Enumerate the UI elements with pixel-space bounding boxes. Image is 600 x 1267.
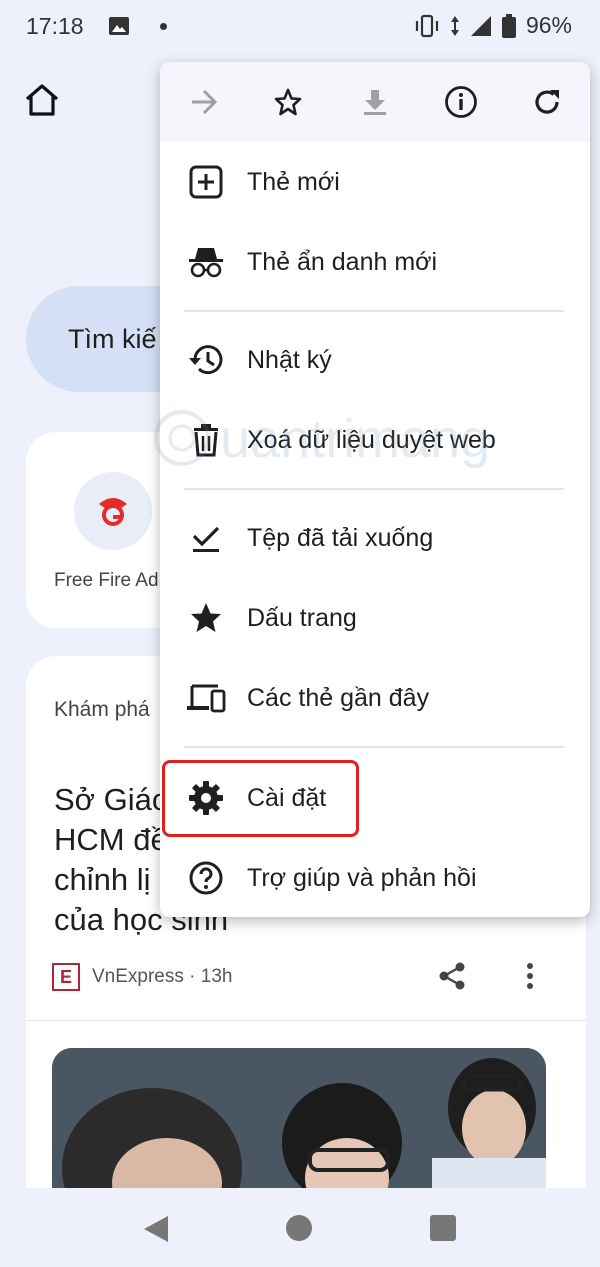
notification-dot-icon [159, 22, 167, 30]
menu-item-label: Các thẻ gần đây [247, 683, 430, 712]
reload-icon [535, 90, 559, 114]
students-photo [52, 1048, 546, 1196]
vnexpress-logo-icon: E [52, 963, 80, 991]
menu-item-label: Thẻ mới [247, 167, 340, 196]
status-bar: 17:18 96% [0, 0, 600, 52]
article-source: E VnExpress · 13h [52, 960, 552, 994]
download-icon [364, 90, 386, 115]
menu-item-new-tab[interactable]: Thẻ mới [160, 144, 590, 220]
arrow-right-icon [192, 89, 218, 115]
download-button[interactable] [355, 82, 395, 122]
source-text: VnExpress · 13h [92, 966, 233, 987]
star-outline-icon [274, 88, 302, 116]
menu-divider [184, 310, 564, 312]
incognito-icon [186, 242, 226, 282]
menu-item-help-feedback[interactable]: Trợ giúp và phản hồi [160, 840, 590, 916]
menu-item-label: Dấu trang [247, 603, 357, 632]
page-info-button[interactable] [441, 82, 481, 122]
new-tab-icon [186, 162, 226, 202]
watermark-text: uantrimang [220, 409, 491, 469]
watermark-logo [154, 410, 210, 466]
settings-highlight [162, 760, 359, 837]
vibrate-icon [415, 14, 439, 37]
system-nav-bar [0, 1188, 600, 1267]
recents-icon[interactable] [430, 1215, 456, 1241]
menu-item-incognito[interactable]: Thẻ ẩn danh mới [160, 224, 590, 300]
shortcut-tile[interactable] [74, 472, 152, 550]
shortcut-label: Free Fire Ad [54, 570, 159, 591]
watermark: uantrimang [150, 400, 510, 480]
menu-item-label: Thẻ ẩn danh mới [247, 247, 438, 276]
menu-divider [184, 746, 564, 748]
downloads-check-icon [186, 518, 226, 558]
bookmark-button[interactable] [268, 82, 308, 122]
help-icon [186, 858, 226, 898]
menu-item-label: Trợ giúp và phản hồi [247, 863, 477, 892]
discover-title: Khám phá [54, 698, 150, 721]
star-filled-icon [186, 598, 226, 638]
history-icon [186, 340, 226, 380]
data-arrows-icon [450, 15, 459, 36]
garena-logo-icon [99, 498, 127, 526]
menu-item-label: Tệp đã tải xuống [247, 523, 434, 552]
search-placeholder: Tìm kiế [68, 324, 157, 354]
menu-item-bookmarks[interactable]: Dấu trang [160, 580, 590, 656]
signal-icon [470, 15, 491, 36]
home-icon[interactable] [22, 80, 62, 120]
menu-divider [184, 488, 564, 490]
share-icon[interactable] [436, 960, 468, 992]
nav-home-icon[interactable] [286, 1215, 312, 1241]
info-icon [445, 86, 477, 118]
menu-toolbar [160, 62, 590, 142]
back-icon[interactable] [142, 1214, 170, 1244]
menu-item-label: Nhật ký [247, 345, 332, 374]
menu-item-history[interactable]: Nhật ký [160, 322, 590, 398]
image-notification-icon [108, 17, 129, 35]
reload-button[interactable] [527, 82, 567, 122]
forward-button[interactable] [184, 82, 224, 122]
card-divider [26, 1020, 586, 1021]
more-vert-icon[interactable] [520, 960, 540, 992]
article-image[interactable] [52, 1048, 546, 1196]
battery-icon [501, 13, 516, 38]
status-time: 17:18 [26, 12, 84, 39]
menu-item-downloads[interactable]: Tệp đã tải xuống [160, 500, 590, 576]
devices-icon [186, 678, 226, 718]
menu-item-recent-tabs[interactable]: Các thẻ gần đây [160, 660, 590, 736]
battery-percent: 96% [525, 12, 572, 38]
